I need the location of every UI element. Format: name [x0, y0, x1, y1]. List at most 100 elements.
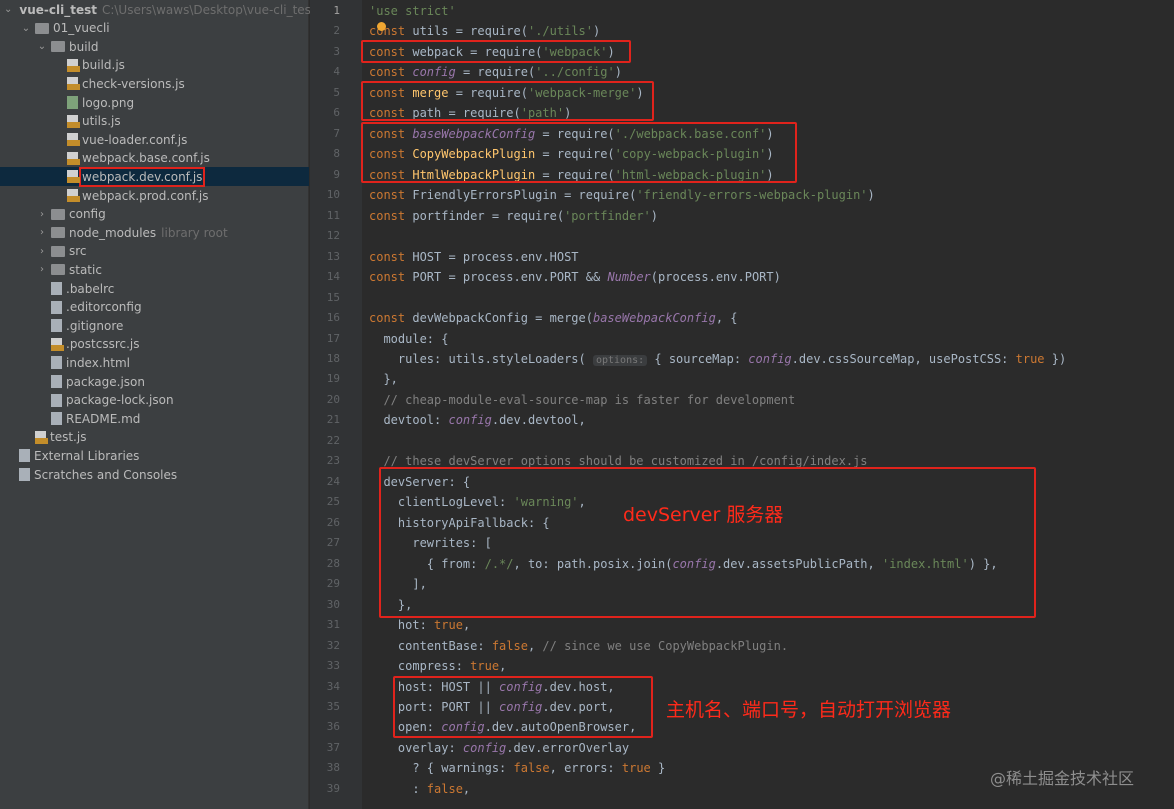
tree-item[interactable]: › src: [0, 242, 309, 261]
js-icon: [67, 114, 80, 128]
js-icon: [35, 430, 48, 444]
code-token: true: [1015, 351, 1045, 366]
code-token: , errors:: [549, 761, 622, 776]
code-token: // cheap-module-eval-source-map is faste…: [369, 392, 796, 407]
tree-item[interactable]: › config: [0, 205, 309, 224]
tree-item[interactable]: .gitignore: [0, 316, 309, 335]
tree-item[interactable]: › node_modules library root: [0, 223, 309, 242]
chevron-right-icon[interactable]: ›: [36, 246, 48, 257]
lightbulb-icon[interactable]: [377, 22, 386, 31]
tree-item[interactable]: logo.png: [0, 93, 309, 112]
line-number: 4: [333, 65, 340, 79]
code-token: const: [369, 311, 413, 326]
code-line: module: {: [369, 329, 448, 349]
highlight-box-merge-path: [361, 81, 654, 121]
tree-item-label: 01_vuecli: [53, 21, 110, 36]
tree-item[interactable]: › static: [0, 260, 309, 279]
code-token: }: [650, 761, 666, 776]
line-number: 11: [326, 208, 340, 222]
folder-icon: [51, 264, 65, 276]
project-tree: ⌄ vue-cli_test C:\Users\waws\Desktop\vue-c…: [0, 0, 316, 809]
folder-icon: [51, 208, 65, 220]
code-token: 'friendly-errors-webpack-plugin': [636, 188, 868, 203]
tree-item[interactable]: index.html: [0, 353, 309, 372]
tree-item[interactable]: webpack.dev.conf.js: [0, 166, 309, 187]
line-number: 13: [326, 249, 340, 263]
code-line: const devWebpackConfig = merge(baseWebpa…: [369, 308, 738, 328]
code-token: 'use strict': [369, 4, 456, 18]
highlight-box-devserver: [379, 467, 1036, 618]
line-number: 24: [326, 474, 340, 488]
tree-item-label: package-lock.json: [66, 393, 174, 408]
tree-item[interactable]: Scratches and Consoles: [0, 465, 309, 484]
code-token: HOST = process.env.HOST: [412, 249, 579, 264]
chevron-down-icon[interactable]: ⌄: [4, 4, 12, 15]
folder-icon: [51, 227, 65, 239]
js-icon: [67, 133, 80, 147]
js-icon: [51, 337, 64, 351]
js-icon: [67, 77, 80, 91]
code-token: const: [369, 188, 413, 203]
tree-item[interactable]: .editorconfig: [0, 298, 309, 317]
code-line: devtool: config.dev.devtool,: [369, 410, 585, 430]
code-line: },: [369, 369, 397, 389]
code-token: config: [462, 740, 507, 755]
code-token: devWebpackConfig = merge(: [412, 311, 593, 326]
file-icon: [51, 300, 62, 314]
line-number: 39: [326, 781, 340, 795]
code-token: const: [369, 208, 413, 223]
code-token: portfinder = require(: [412, 208, 565, 223]
tree-item-label: logo.png: [82, 95, 135, 110]
tree-item-label: static: [69, 262, 102, 277]
tree-item-label: package.json: [66, 374, 146, 389]
code-token: ): [593, 24, 601, 39]
tree-item[interactable]: ⌄ build: [0, 37, 309, 56]
tree-item[interactable]: ⌄ vue-cli_test C:\Users\waws\Desktop\vue-c…: [0, 0, 316, 19]
tree-item[interactable]: webpack.prod.conf.js: [0, 186, 309, 205]
line-number: 25: [326, 495, 340, 509]
tree-item-label: node_modules: [69, 225, 157, 240]
code-token: compress:: [369, 659, 471, 674]
tree-item[interactable]: vue-loader.conf.js: [0, 130, 309, 149]
tree-item[interactable]: .babelrc: [0, 279, 309, 298]
line-number: 15: [326, 290, 340, 304]
js-icon: [67, 189, 80, 202]
line-number: 14: [326, 270, 340, 284]
chevron-down-icon[interactable]: ⌄: [20, 23, 32, 34]
host-port-annotation: 主机名、端口号，自动打开浏览器: [666, 699, 952, 721]
tree-item[interactable]: test.js: [0, 428, 309, 447]
chevron-down-icon[interactable]: ⌄: [36, 41, 48, 52]
tree-item[interactable]: External Libraries: [0, 446, 309, 465]
chevron-right-icon[interactable]: ›: [36, 264, 48, 275]
line-number: 2: [333, 24, 340, 38]
code-token: require: [470, 24, 521, 39]
js-icon: [67, 170, 80, 184]
tree-item[interactable]: webpack.base.conf.js: [0, 149, 309, 168]
tree-item[interactable]: package-lock.json: [0, 391, 309, 410]
tree-item[interactable]: README.md: [0, 409, 309, 428]
watermark: @稀土掘金技术社区: [990, 769, 1135, 788]
code-line: hot: true,: [369, 615, 470, 635]
line-number: 27: [326, 536, 340, 550]
folder-icon: [51, 245, 65, 257]
tree-item[interactable]: check-versions.js: [0, 74, 309, 93]
tree-item[interactable]: ⌄ 01_vuecli: [0, 19, 309, 38]
file-icon: [19, 468, 30, 481]
tree-item[interactable]: .postcssrc.js: [0, 335, 309, 354]
tree-item-label: .babelrc: [66, 281, 115, 296]
line-number: 19: [326, 372, 340, 386]
code-token: './utils': [527, 24, 593, 39]
file-icon: [51, 412, 62, 426]
chevron-right-icon[interactable]: ›: [36, 209, 48, 220]
tree-item[interactable]: package.json: [0, 372, 309, 391]
code-line: rules: utils.styleLoaders( options: { so…: [369, 349, 1066, 369]
tree-item[interactable]: build.js: [0, 56, 309, 75]
tree-item[interactable]: utils.js: [0, 112, 309, 131]
folder-icon: [51, 41, 65, 53]
code-token: = require(: [455, 65, 536, 80]
chevron-right-icon[interactable]: ›: [36, 227, 48, 238]
code-token: const: [369, 270, 413, 285]
code-line: contentBase: false, // since we use Copy…: [369, 636, 788, 656]
line-number: 10: [326, 188, 340, 202]
line-number: 18: [326, 351, 340, 365]
